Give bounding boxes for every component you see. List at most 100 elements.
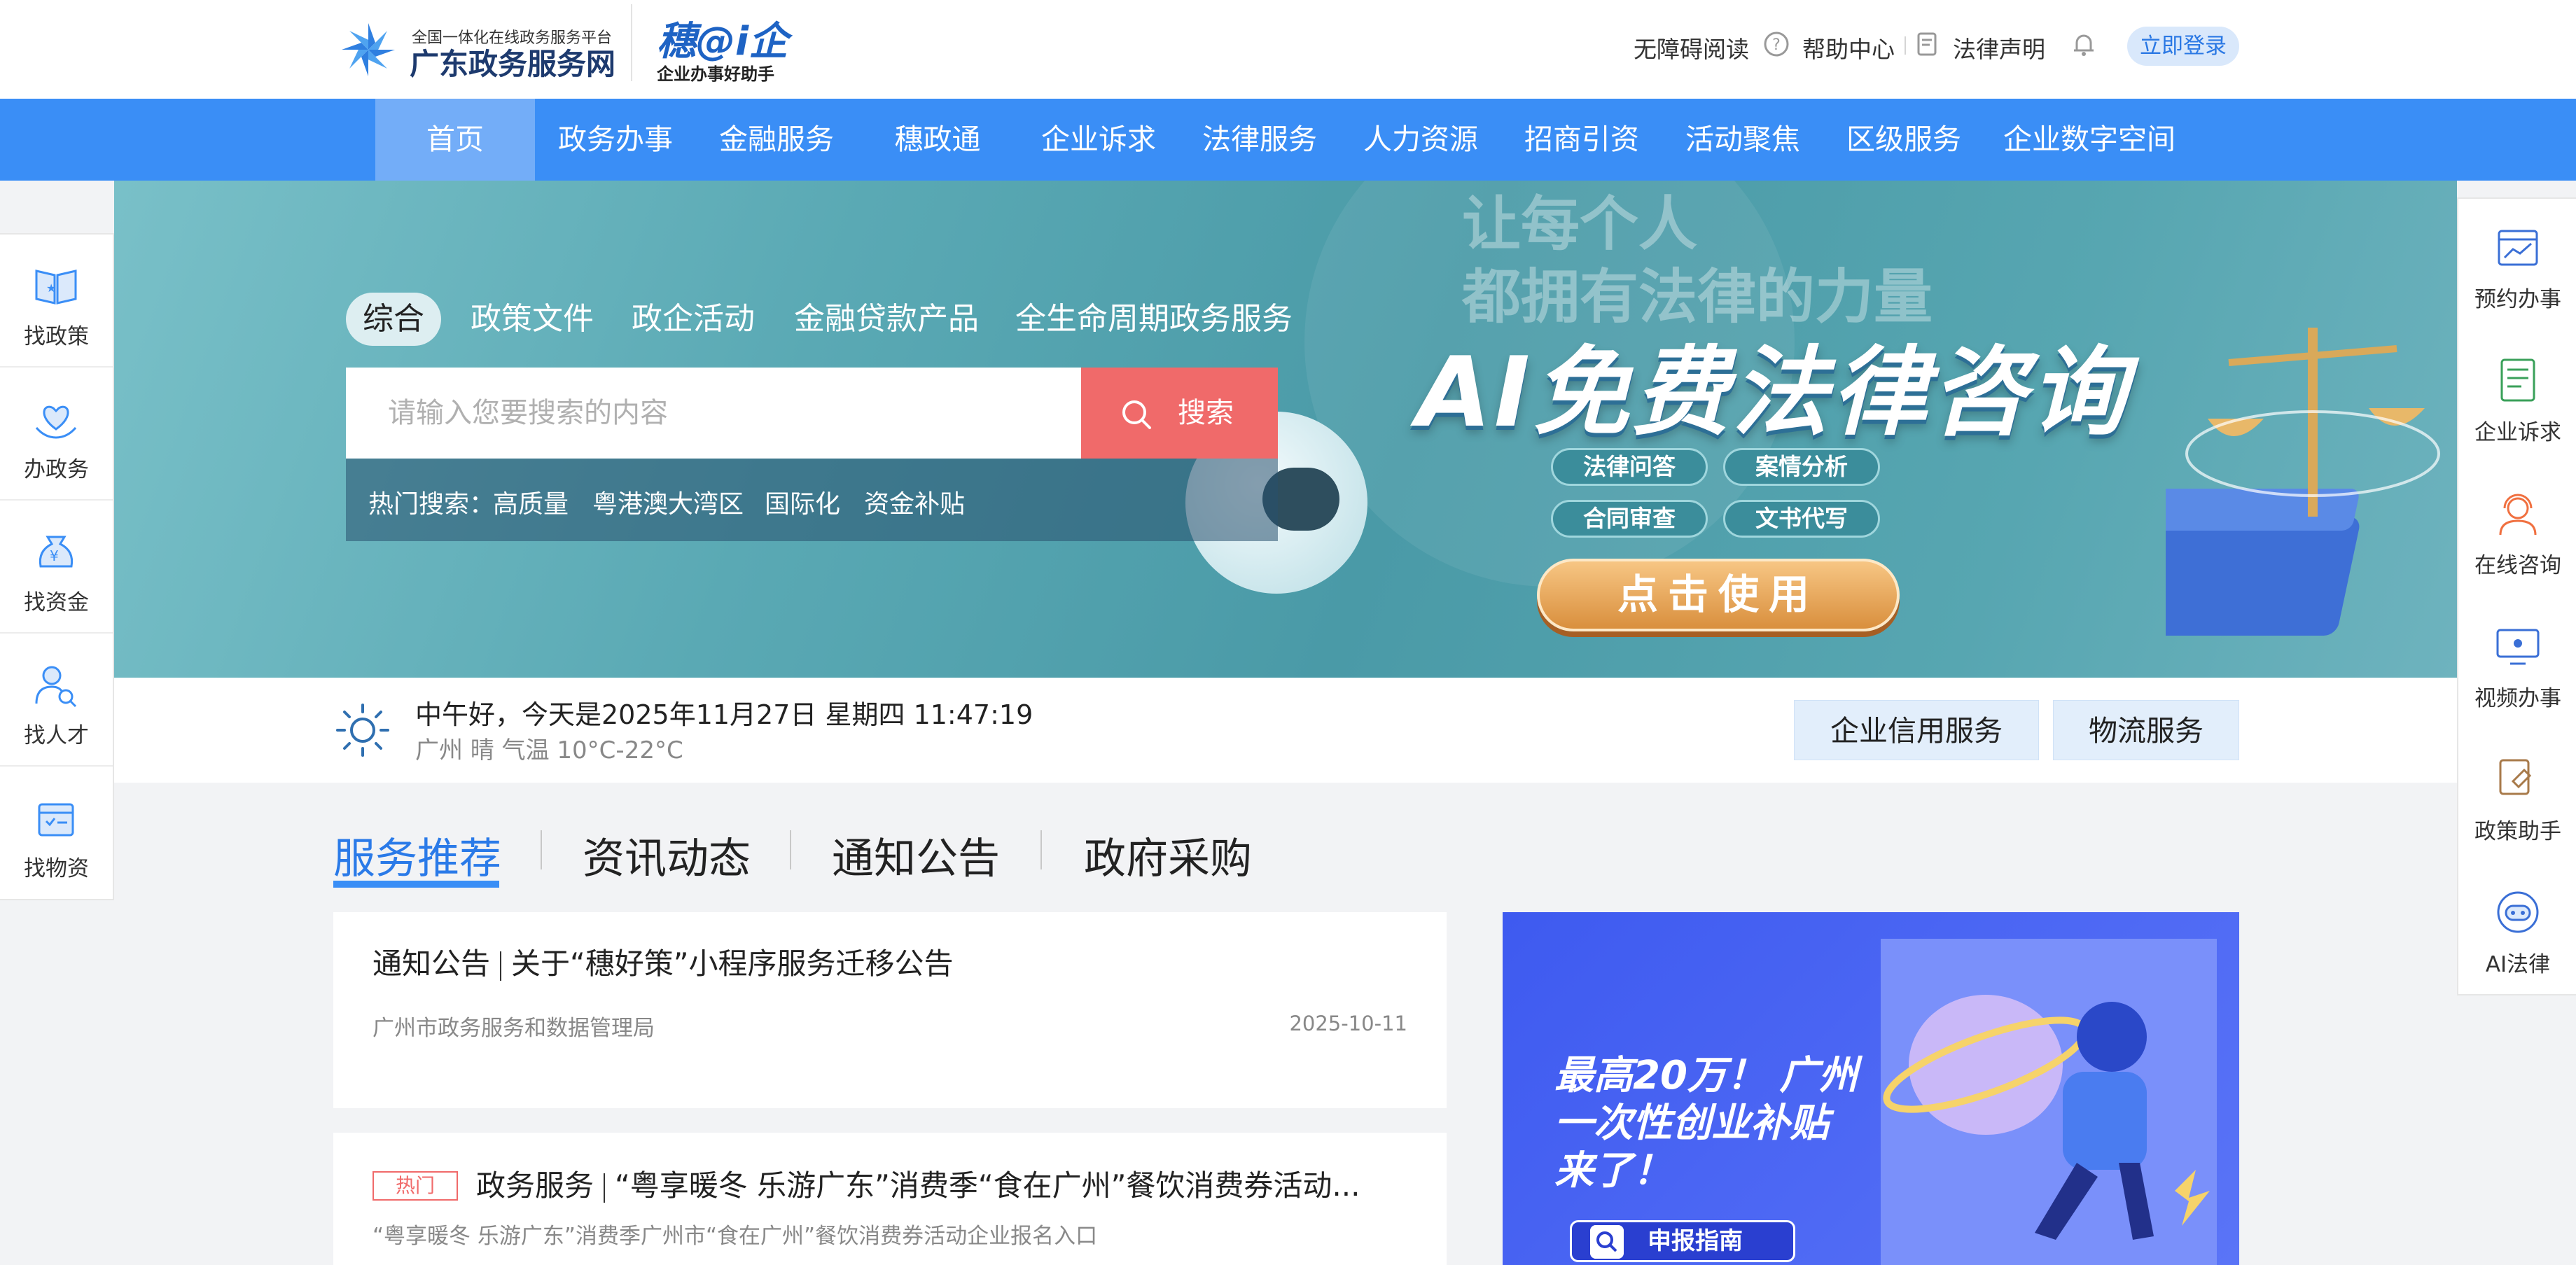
sun-weather-icon bbox=[336, 704, 389, 757]
help-icon: ? bbox=[1764, 32, 1789, 57]
title-separator bbox=[500, 951, 502, 981]
search-tab-all[interactable]: 综合 bbox=[346, 293, 441, 346]
banner-pill-legal-qa[interactable]: 法律问答 bbox=[1551, 448, 1708, 486]
person-search-icon bbox=[35, 666, 77, 708]
quick-label: 办政务 bbox=[24, 457, 89, 482]
quick-find-supplies[interactable]: 找物资 bbox=[0, 767, 113, 900]
right-quick-menu: 预约办事 企业诉求 在线咨询 视频办事 政策助手 AI法律 bbox=[2457, 197, 2576, 995]
supplies-box-icon bbox=[38, 803, 74, 837]
sub-brand-tagline: 企业办事好助手 bbox=[657, 64, 774, 84]
search-icon bbox=[1122, 400, 1151, 429]
tab-service-recommend[interactable]: 服务推荐 bbox=[333, 825, 501, 886]
accessibility-link[interactable]: 无障碍阅读 bbox=[1634, 31, 1749, 64]
card-source: 广州市政务服务和数据管理局 bbox=[373, 1016, 655, 1041]
quick-find-talent[interactable]: 找人才 bbox=[0, 634, 113, 767]
logistics-service-button[interactable]: 物流服务 bbox=[2053, 700, 2239, 760]
search-tab-policy-docs[interactable]: 政策文件 bbox=[471, 293, 594, 346]
nav-item-events[interactable]: 活动聚焦 bbox=[1662, 99, 1823, 181]
hot-search-item[interactable]: 粤港澳大湾区 bbox=[592, 484, 744, 520]
card-title[interactable]: 通知公告 关于“穗好策”小程序服务迁移公告 bbox=[373, 940, 954, 983]
quick-find-funds[interactable]: ¥ 找资金 bbox=[0, 501, 113, 634]
card-headline: 关于“穗好策”小程序服务迁移公告 bbox=[511, 946, 954, 981]
hot-search-item[interactable]: 高质量 bbox=[493, 484, 569, 520]
startup-subsidy-ad[interactable]: 最高20万！ 广州 一次性创业补贴 来了！ 申报指南 bbox=[1503, 912, 2239, 1265]
card-category: 政务服务 bbox=[476, 1168, 594, 1203]
tab-separator bbox=[790, 830, 791, 869]
nav-item-legal[interactable]: 法律服务 bbox=[1179, 99, 1340, 181]
quick-enterprise-request[interactable]: 企业诉求 bbox=[2458, 332, 2576, 465]
hot-search-label: 热门搜索： bbox=[368, 490, 495, 519]
login-button[interactable]: 立即登录 bbox=[2127, 27, 2239, 66]
tab-separator bbox=[1040, 830, 1042, 869]
quick-find-policy[interactable]: ★ 找政策 bbox=[0, 235, 113, 368]
quick-handle-affairs[interactable]: 办政务 bbox=[0, 368, 113, 501]
nav-item-investment[interactable]: 招商引资 bbox=[1501, 99, 1662, 181]
banner-pill-document-writing[interactable]: 文书代写 bbox=[1723, 500, 1880, 538]
hot-search-item[interactable]: 资金补贴 bbox=[864, 484, 965, 520]
tab-news[interactable]: 资讯动态 bbox=[583, 825, 751, 886]
ad-headline-line2: 一次性创业补贴 bbox=[1554, 1100, 1829, 1146]
nav-item-suizhengtong[interactable]: 穗政通 bbox=[857, 99, 1018, 181]
banner-pill-case-analysis[interactable]: 案情分析 bbox=[1723, 448, 1880, 486]
svg-text:?: ? bbox=[1772, 36, 1781, 54]
banner-title: AI免费法律咨询 bbox=[1416, 336, 2130, 449]
nav-item-hr[interactable]: 人力资源 bbox=[1340, 99, 1501, 181]
quick-label: 预约办事 bbox=[2474, 287, 2561, 312]
tab-separator bbox=[541, 830, 542, 869]
ad-illustration-panel bbox=[1881, 939, 2217, 1265]
search-tab-lifecycle-services[interactable]: 全生命周期政务服务 bbox=[1015, 293, 1293, 346]
banner-cta-button[interactable]: 点击使用 bbox=[1537, 559, 1900, 631]
title-separator bbox=[604, 1173, 606, 1203]
tab-notices[interactable]: 通知公告 bbox=[832, 825, 1000, 886]
quick-video-service[interactable]: 视频办事 bbox=[2458, 598, 2576, 731]
card-summary: “粤享暖冬 乐游广东”消费季广州市“食在广州”餐饮消费券活动企业报名入口 bbox=[373, 1224, 1098, 1249]
ad-guide-button[interactable]: 申报指南 bbox=[1570, 1220, 1795, 1262]
nav-item-home[interactable]: 首页 bbox=[375, 99, 535, 181]
weather-text: 广州 晴 气温 10°C-22°C bbox=[415, 736, 683, 764]
greeting-text: 中午好，今天是2025年11月27日 星期四 11:47:19 bbox=[415, 699, 1033, 730]
quick-label: 视频办事 bbox=[2474, 686, 2561, 711]
site-header: 全国一体化在线政务服务平台 广东政务服务网 穗@i企 企业办事好助手 无障碍阅读… bbox=[0, 0, 2576, 99]
hot-search-item[interactable]: 国际化 bbox=[765, 484, 840, 520]
banner-pill-contract-review[interactable]: 合同审查 bbox=[1551, 500, 1708, 538]
quick-appointment[interactable]: 预约办事 bbox=[2458, 199, 2576, 332]
news-card[interactable]: 热门 政务服务 “粤享暖冬 乐游广东”消费季“食在广州”餐饮消费券活动... “粤… bbox=[333, 1133, 1447, 1265]
card-date: 2025-10-11 bbox=[1289, 1012, 1407, 1035]
legal-statement-link[interactable]: 法律声明 bbox=[1953, 31, 2045, 64]
document-icon bbox=[2500, 358, 2535, 402]
active-tab-underline bbox=[333, 881, 499, 888]
quick-ai-law[interactable]: AI法律 bbox=[2458, 864, 2576, 997]
search-input[interactable] bbox=[346, 368, 1081, 459]
search-tab-gov-enterprise-events[interactable]: 政企活动 bbox=[632, 293, 755, 346]
link-separator bbox=[1905, 36, 1906, 55]
credit-service-button[interactable]: 企业信用服务 bbox=[1794, 700, 2039, 760]
search-tab-loan-products[interactable]: 金融贷款产品 bbox=[794, 293, 979, 346]
gov-logo-icon[interactable] bbox=[340, 21, 397, 78]
card-title[interactable]: 政务服务 “粤享暖冬 乐游广东”消费季“食在广州”餐饮消费券活动... bbox=[476, 1162, 1360, 1205]
logo-site-name[interactable]: 广东政务服务网 bbox=[410, 41, 615, 83]
search-button[interactable]: 搜索 bbox=[1081, 368, 1278, 459]
nav-item-gov-affairs[interactable]: 政务办事 bbox=[535, 99, 696, 181]
quick-label: 在线咨询 bbox=[2474, 553, 2561, 578]
svg-text:¥: ¥ bbox=[50, 547, 59, 564]
quick-label: 找资金 bbox=[24, 590, 89, 615]
nav-item-enterprise-requests[interactable]: 企业诉求 bbox=[1018, 99, 1179, 181]
quick-policy-assistant[interactable]: 政策助手 bbox=[2458, 731, 2576, 864]
policy-assistant-icon bbox=[2499, 759, 2532, 795]
card-category: 通知公告 bbox=[373, 946, 491, 981]
svg-text:★: ★ bbox=[46, 281, 56, 295]
search-button-label: 搜索 bbox=[1178, 397, 1234, 429]
nav-item-digital-space[interactable]: 企业数字空间 bbox=[1984, 99, 2194, 181]
news-card[interactable]: 通知公告 关于“穗好策”小程序服务迁移公告 广州市政务服务和数据管理局 2025-… bbox=[333, 912, 1447, 1108]
help-center-link[interactable]: 帮助中心 bbox=[1802, 31, 1895, 64]
tab-procurement[interactable]: 政府采购 bbox=[1084, 825, 1252, 886]
bell-icon[interactable] bbox=[2070, 31, 2097, 57]
nav-item-finance[interactable]: 金融服务 bbox=[696, 99, 857, 181]
main-nav: 首页 政务办事 金融服务 穗政通 企业诉求 法律服务 人力资源 招商引资 活动聚… bbox=[0, 99, 2576, 181]
logo-divider bbox=[631, 4, 632, 81]
nav-item-district[interactable]: 区级服务 bbox=[1823, 99, 1984, 181]
sub-brand-title[interactable]: 穗@i企 bbox=[657, 10, 788, 67]
quick-label: 找政策 bbox=[24, 324, 89, 349]
quick-online-consult[interactable]: 在线咨询 bbox=[2458, 465, 2576, 598]
banner-slogan-line1: 让每个人 bbox=[1462, 190, 1698, 258]
